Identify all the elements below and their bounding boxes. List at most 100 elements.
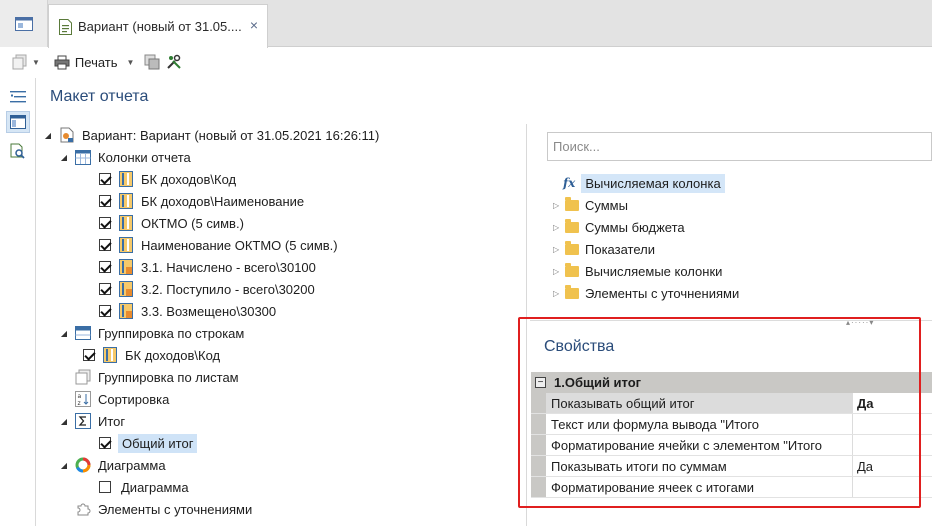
search-input[interactable] — [553, 139, 931, 154]
field-item-label: Вычисляемая колонка — [581, 173, 725, 193]
tree-total-item[interactable]: Общий итог — [99, 432, 198, 454]
tree-column-label: Наименование ОКТМО (5 симв.) — [141, 237, 338, 253]
collapse-icon[interactable]: ◢ — [59, 153, 69, 162]
tree-column-label: БК доходов\Наименование — [141, 193, 305, 209]
export-button[interactable] — [144, 54, 160, 70]
total-checkbox[interactable] — [99, 437, 111, 449]
tree-row-grouping-item[interactable]: БК доходов\Код — [83, 344, 220, 366]
property-row[interactable]: Форматирование ячейки с элементом "Итого — [531, 435, 932, 456]
tree-row-grouping[interactable]: ◢ Группировка по строкам — [59, 322, 244, 344]
field-folder-label: Показатели — [585, 241, 655, 257]
tree-root-label: Вариант: Вариант (новый от 31.05.2021 16… — [82, 127, 380, 143]
chevron-down-icon[interactable]: ▼ — [127, 58, 135, 67]
field-folder-budget-sums[interactable]: ▷ Суммы бюджета — [553, 216, 685, 238]
tree-column-item[interactable]: Наименование ОКТМО (5 симв.) — [99, 234, 338, 256]
preview-button[interactable] — [6, 140, 30, 162]
tree-row-grouping-item-label: БК доходов\Код — [125, 347, 221, 363]
print-button[interactable]: Печать ▼ — [54, 55, 135, 70]
toolbar: ▼ Печать ▼ — [0, 48, 932, 76]
tree-columns-group[interactable]: ◢ Колонки отчета — [59, 146, 191, 168]
tree-column-item[interactable]: БК доходов\Наименование — [99, 190, 304, 212]
collapse-icon[interactable]: ◢ — [59, 417, 69, 426]
tree-refinements[interactable]: Элементы с уточнениями — [75, 498, 252, 520]
tab-document[interactable]: Вариант (новый от 31.05.... × — [48, 4, 268, 48]
column-checkbox[interactable] — [99, 239, 111, 251]
property-category[interactable]: − 1.Общий итог — [531, 372, 932, 393]
puzzle-icon — [75, 501, 91, 517]
tree-total[interactable]: ◢ Итог — [59, 410, 125, 432]
sigma-icon — [75, 413, 91, 429]
tree-column-item[interactable]: 3.2. Поступило - всего\30200 — [99, 278, 315, 300]
field-folder-sums[interactable]: ▷ Суммы — [553, 194, 628, 216]
folder-icon — [565, 284, 579, 299]
folder-icon — [565, 218, 579, 233]
column-checkbox[interactable] — [99, 283, 111, 295]
property-row[interactable]: Показывать итоги по суммам Да — [531, 456, 932, 477]
collapse-icon[interactable]: − — [535, 377, 546, 388]
collapse-icon[interactable]: ◢ — [59, 461, 69, 470]
expand-icon[interactable]: ▷ — [553, 223, 563, 232]
row-grouping-checkbox[interactable] — [83, 349, 95, 361]
settings-list-button[interactable] — [6, 86, 30, 108]
left-rail — [0, 78, 36, 526]
property-value[interactable] — [853, 414, 932, 434]
chevron-down-icon[interactable]: ▼ — [32, 58, 40, 67]
column-checkbox[interactable] — [99, 217, 111, 229]
copy-button[interactable]: ▼ — [12, 54, 40, 70]
field-item-computed-column[interactable]: fx Вычисляемая колонка — [563, 172, 725, 194]
expand-icon[interactable]: ▷ — [553, 289, 563, 298]
tree-row-grouping-label: Группировка по строкам — [98, 325, 245, 341]
tree-column-label: БК доходов\Код — [141, 171, 237, 187]
property-value[interactable]: Да — [853, 393, 932, 413]
tree-column-item[interactable]: 3.1. Начислено - всего\30100 — [99, 256, 316, 278]
property-value[interactable] — [853, 477, 932, 497]
chart-checkbox[interactable] — [99, 481, 111, 493]
tree-sheet-grouping-label: Группировка по листам — [98, 369, 239, 385]
tree-column-label: 3.3. Возмещено\30300 — [141, 303, 277, 319]
field-folder-refinements[interactable]: ▷ Элементы с уточнениями — [553, 282, 739, 304]
tree-refinements-label: Элементы с уточнениями — [98, 501, 253, 517]
expand-icon[interactable]: ▷ — [553, 267, 563, 276]
tree-chart[interactable]: ◢ Диаграмма — [59, 454, 166, 476]
report-layout-tree: ◢ Вариант: Вариант (новый от 31.05.2021 … — [37, 124, 527, 526]
tree-column-label: ОКТМО (5 симв.) — [141, 215, 244, 231]
field-search[interactable] — [547, 132, 932, 161]
settings-button[interactable] — [166, 54, 182, 70]
property-gutter — [531, 414, 546, 434]
tree-chart-label: Диаграмма — [98, 457, 166, 473]
function-icon: fx — [563, 176, 576, 190]
expand-icon[interactable]: ▷ — [553, 245, 563, 254]
tab-strip: Вариант (новый от 31.05.... × — [0, 0, 932, 48]
property-name: Форматирование ячейки с элементом "Итого — [546, 435, 853, 455]
property-value[interactable] — [853, 435, 932, 455]
property-row[interactable]: Показывать общий итог Да — [531, 393, 932, 414]
splitter-grip-icon[interactable]: ▴·····▾ — [846, 318, 874, 327]
pie-chart-icon — [75, 457, 91, 473]
field-folder-computed-columns[interactable]: ▷ Вычисляемые колонки — [553, 260, 722, 282]
property-name: Показывать общий итог — [546, 393, 853, 413]
tree-chart-item[interactable]: Диаграмма — [99, 476, 189, 498]
layout-view-button[interactable] — [6, 111, 30, 133]
tree-sheet-grouping[interactable]: Группировка по листам — [75, 366, 239, 388]
home-tab[interactable] — [0, 0, 48, 47]
field-folder-indicators[interactable]: ▷ Показатели — [553, 238, 655, 260]
field-folder-label: Суммы — [585, 197, 628, 213]
close-icon[interactable]: × — [250, 17, 258, 33]
tree-root[interactable]: ◢ Вариант: Вариант (новый от 31.05.2021 … — [43, 124, 379, 146]
tree-column-item[interactable]: 3.3. Возмещено\30300 — [99, 300, 276, 322]
column-checkbox[interactable] — [99, 173, 111, 185]
expand-icon[interactable]: ▷ — [553, 201, 563, 210]
collapse-icon[interactable]: ◢ — [43, 131, 53, 140]
property-row[interactable]: Текст или формула вывода "Итого — [531, 414, 932, 435]
sort-icon: az — [75, 391, 91, 407]
tree-chart-item-label: Диаграмма — [121, 479, 189, 495]
collapse-icon[interactable]: ◢ — [59, 329, 69, 338]
tree-column-item[interactable]: ОКТМО (5 симв.) — [99, 212, 244, 234]
property-row[interactable]: Форматирование ячеек с итогами — [531, 477, 932, 498]
tree-sorting[interactable]: az Сортировка — [75, 388, 169, 410]
column-checkbox[interactable] — [99, 305, 111, 317]
column-checkbox[interactable] — [99, 261, 111, 273]
tree-column-item[interactable]: БК доходов\Код — [99, 168, 236, 190]
property-value[interactable]: Да — [853, 456, 932, 476]
column-checkbox[interactable] — [99, 195, 111, 207]
